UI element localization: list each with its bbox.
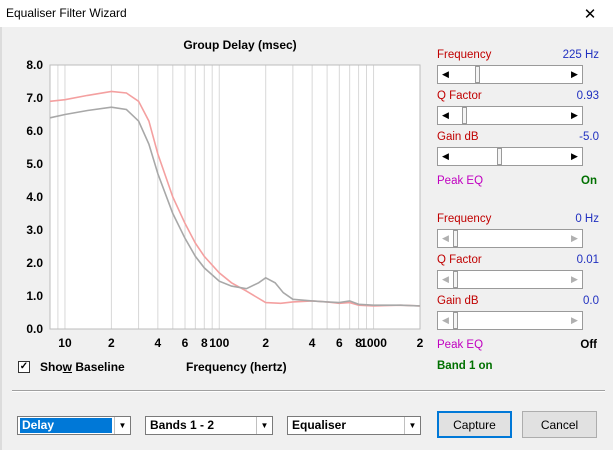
x-axis-label: Frequency (hertz) [186, 360, 287, 374]
x-tick-label: 6 [336, 336, 343, 350]
band2-q-value: 0.01 [576, 254, 599, 266]
x-tick-label: 1000 [360, 336, 387, 350]
y-tick-label: 8.0 [26, 58, 43, 72]
y-tick-label: 1.0 [26, 289, 43, 303]
arrow-right-icon[interactable]: ▶ [567, 271, 582, 288]
show-baseline-accelerator: w [62, 360, 73, 374]
x-tick-label: 100 [209, 336, 229, 350]
x-tick-label: 4 [309, 336, 316, 350]
band2-q-slider[interactable]: ◀ ▶ [437, 270, 583, 289]
band1-q-value: 0.93 [576, 90, 599, 102]
band-status: Band 1 on [437, 360, 493, 372]
x-tick-label: 2 [417, 336, 424, 350]
x-tick-label: 6 [182, 336, 189, 350]
window-title: Equaliser Filter Wizard [6, 6, 127, 20]
y-tick-label: 6.0 [26, 124, 43, 138]
show-baseline-checkbox[interactable]: ✓ [18, 361, 30, 373]
x-tick-label: 8 [201, 336, 208, 350]
y-tick-label: 5.0 [26, 157, 43, 171]
band1-type-label: Peak EQ [437, 175, 484, 187]
plot-area [50, 65, 420, 329]
x-tick-label: 2 [262, 336, 269, 350]
arrow-right-icon[interactable]: ▶ [567, 312, 582, 329]
band1-q-label: Q Factor [437, 90, 482, 102]
view-select-value: Delay [20, 418, 112, 433]
arrow-left-icon[interactable]: ◀ [438, 148, 453, 165]
title-bar: Equaliser Filter Wizard ✕ [0, 0, 613, 27]
band1-state: On [581, 175, 597, 187]
arrow-left-icon[interactable]: ◀ [438, 271, 453, 288]
cancel-button[interactable]: Cancel [522, 411, 597, 438]
band2-state: Off [580, 339, 597, 351]
band1-gain-slider[interactable]: ◀ ▶ [437, 147, 583, 166]
slider-track[interactable] [453, 230, 567, 247]
view-select[interactable]: Delay ▼ [17, 416, 131, 435]
slider-thumb[interactable] [461, 107, 467, 124]
mode-select[interactable]: Equaliser ▼ [287, 416, 421, 435]
chevron-down-icon[interactable]: ▼ [256, 417, 272, 434]
bands-select[interactable]: Bands 1 - 2 ▼ [145, 416, 273, 435]
mode-select-value: Equaliser [292, 418, 347, 432]
band1-frequency-value: 225 Hz [562, 49, 599, 61]
slider-track[interactable] [453, 66, 567, 83]
arrow-right-icon[interactable]: ▶ [567, 66, 582, 83]
band2-gain-label: Gain dB [437, 295, 479, 307]
show-baseline-text-b: Baseline [72, 360, 125, 374]
arrow-right-icon[interactable]: ▶ [567, 230, 582, 247]
band1-q-slider[interactable]: ◀ ▶ [437, 106, 583, 125]
y-tick-label: 3.0 [26, 223, 43, 237]
x-tick-label: 10 [58, 336, 72, 350]
band2-type-label: Peak EQ [437, 339, 484, 351]
bands-select-value: Bands 1 - 2 [150, 418, 215, 432]
slider-thumb[interactable] [453, 312, 458, 329]
separator [12, 390, 605, 392]
x-tick-label: 4 [155, 336, 162, 350]
y-tick-label: 2.0 [26, 256, 43, 270]
band2-frequency-slider[interactable]: ◀ ▶ [437, 229, 583, 248]
slider-track[interactable] [453, 312, 567, 329]
slider-track[interactable] [453, 148, 567, 165]
x-tick-label: 2 [108, 336, 115, 350]
arrow-right-icon[interactable]: ▶ [567, 148, 582, 165]
slider-track[interactable] [453, 271, 567, 288]
band2-gain-slider[interactable]: ◀ ▶ [437, 311, 583, 330]
arrow-left-icon[interactable]: ◀ [438, 107, 453, 124]
chevron-down-icon[interactable]: ▼ [404, 417, 420, 434]
slider-thumb[interactable] [453, 230, 458, 247]
y-tick-label: 4.0 [26, 190, 43, 204]
slider-track[interactable] [453, 107, 567, 124]
band1-gain-label: Gain dB [437, 131, 479, 143]
slider-thumb[interactable] [474, 66, 480, 83]
close-icon[interactable]: ✕ [567, 0, 613, 27]
arrow-left-icon[interactable]: ◀ [438, 66, 453, 83]
band2-q-label: Q Factor [437, 254, 482, 266]
arrow-left-icon[interactable]: ◀ [438, 312, 453, 329]
slider-thumb[interactable] [496, 148, 502, 165]
band1-frequency-slider[interactable]: ◀ ▶ [437, 65, 583, 84]
group-delay-chart: 8.07.06.05.04.03.02.01.00.010 2 4 6 8 100 2 4 6 8… [26, 58, 424, 350]
band1-frequency-label: Frequency [437, 49, 492, 61]
chevron-down-icon[interactable]: ▼ [114, 417, 130, 434]
band2-frequency-value: 0 Hz [575, 213, 599, 225]
y-tick-label: 0.0 [26, 322, 43, 336]
arrow-right-icon[interactable]: ▶ [567, 107, 582, 124]
arrow-left-icon[interactable]: ◀ [438, 230, 453, 247]
capture-button[interactable]: Capture [437, 411, 512, 438]
band1-gain-value: -5.0 [579, 131, 599, 143]
show-baseline-text-a: Sho [40, 360, 63, 374]
band2-gain-value: 0.0 [583, 295, 599, 307]
band2-frequency-label: Frequency [437, 213, 492, 225]
show-baseline-label[interactable]: Show Baseline [40, 360, 125, 374]
y-tick-label: 7.0 [26, 91, 43, 105]
slider-thumb[interactable] [453, 271, 458, 288]
